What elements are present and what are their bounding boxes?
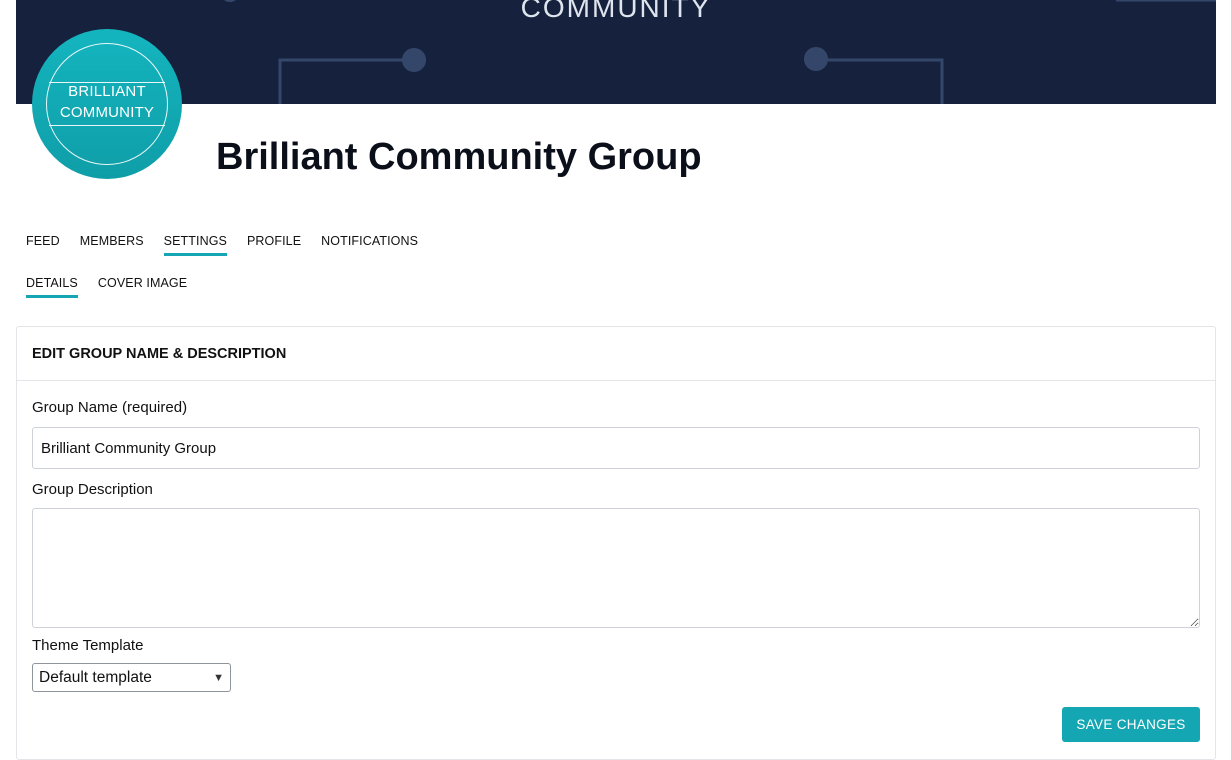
chevron-down-icon: ▼ <box>213 671 224 684</box>
group-nav-tabs: FEED MEMBERS SETTINGS PROFILE NOTIFICATI… <box>26 234 418 256</box>
save-changes-button[interactable]: SAVE CHANGES <box>1062 707 1200 742</box>
group-name-label: Group Name (required) <box>32 399 188 416</box>
subtab-cover-image[interactable]: COVER IMAGE <box>98 276 187 298</box>
theme-template-selected: Default template <box>39 668 152 686</box>
tab-settings[interactable]: SETTINGS <box>163 234 227 256</box>
avatar-text-line2: COMMUNITY <box>59 104 155 121</box>
cover-text: COMMUNITY <box>520 0 712 23</box>
panel-header: EDIT GROUP NAME & DESCRIPTION <box>17 327 1215 381</box>
group-name-input[interactable] <box>32 427 1200 469</box>
group-avatar[interactable]: BRILLIANT COMMUNITY <box>32 29 182 179</box>
group-description-textarea[interactable] <box>32 508 1200 628</box>
group-description-label: Group Description <box>32 481 153 498</box>
theme-template-select[interactable]: Default template ▼ <box>32 663 231 692</box>
group-title: Brilliant Community Group <box>216 136 702 178</box>
avatar-rule-bottom <box>49 125 165 126</box>
edit-group-panel: EDIT GROUP NAME & DESCRIPTION Group Name… <box>16 326 1216 760</box>
tab-members[interactable]: MEMBERS <box>80 234 144 256</box>
theme-template-label: Theme Template <box>32 637 144 654</box>
avatar-text-line1: BRILLIANT <box>68 83 146 100</box>
subtab-details[interactable]: DETAILS <box>26 276 78 298</box>
tab-feed[interactable]: FEED <box>26 234 60 256</box>
tab-notifications[interactable]: NOTIFICATIONS <box>321 234 418 256</box>
settings-subtabs: DETAILS COVER IMAGE <box>26 276 187 298</box>
cover-image: COMMUNITY <box>16 0 1216 104</box>
tab-profile[interactable]: PROFILE <box>247 234 301 256</box>
